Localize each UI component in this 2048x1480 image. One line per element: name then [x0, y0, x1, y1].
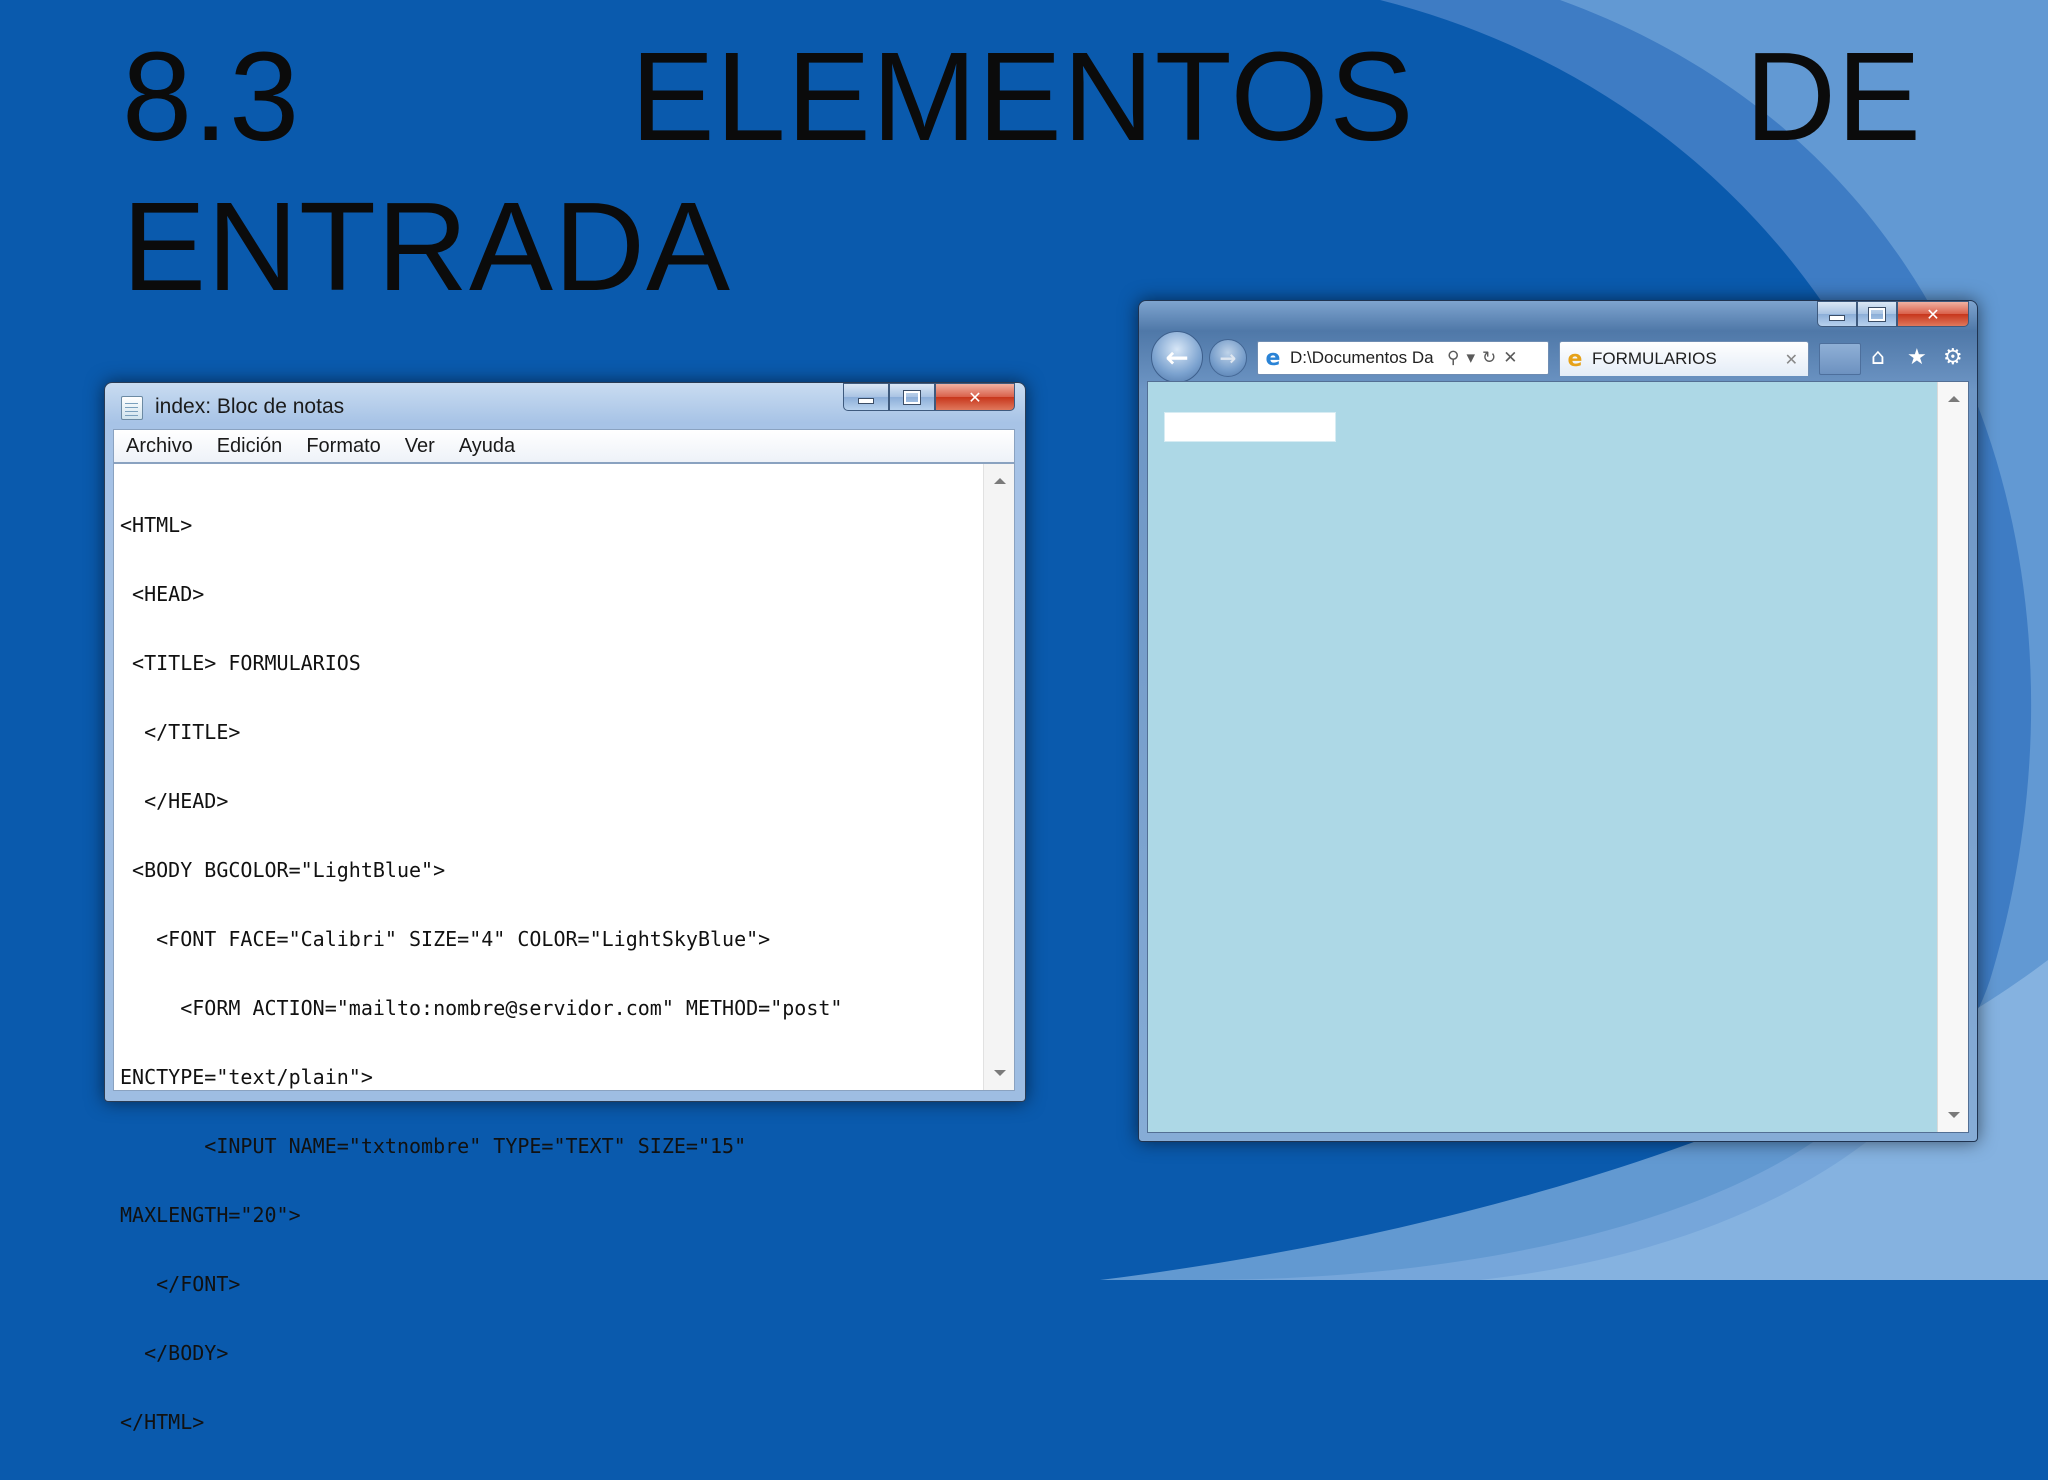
- title-word-elementos: ELEMENTOS: [630, 26, 1415, 167]
- arrow-left-icon: ←: [1165, 340, 1189, 374]
- stop-icon[interactable]: ✕: [1503, 348, 1517, 368]
- tab-close-icon[interactable]: ✕: [1785, 350, 1798, 369]
- slide-title: 8.3 ELEMENTOS DE ENTRADA: [122, 22, 1922, 322]
- minimize-icon: [858, 398, 874, 404]
- code-line: </TITLE>: [120, 720, 241, 744]
- scroll-up-icon[interactable]: [1948, 396, 1960, 402]
- browser-maximize-button[interactable]: [1857, 301, 1897, 327]
- code-line: ENCTYPE="text/plain">: [120, 1065, 373, 1089]
- refresh-icon[interactable]: ↻: [1482, 348, 1496, 368]
- code-line: </HTML>: [120, 1410, 205, 1434]
- gear-icon[interactable]: ⚙: [1943, 345, 1963, 370]
- code-line: <FONT FACE="Calibri" SIZE="4" COLOR="Lig…: [120, 927, 771, 951]
- scroll-down-icon[interactable]: [994, 1070, 1006, 1076]
- tab-title: FORMULARIOS: [1592, 349, 1717, 368]
- notepad-title: index: Bloc de notas: [155, 395, 345, 418]
- address-bar[interactable]: e D:\Documentos Da ⚲ ▾ ↻ ✕: [1257, 341, 1549, 375]
- scroll-up-icon[interactable]: [994, 478, 1006, 484]
- code-line: </HEAD>: [120, 789, 229, 813]
- browser-close-button[interactable]: ✕: [1897, 301, 1969, 327]
- code-line: MAXLENGTH="20">: [120, 1203, 301, 1227]
- back-button[interactable]: ←: [1151, 331, 1203, 383]
- menu-archivo[interactable]: Archivo: [126, 435, 193, 458]
- browser-minimize-button[interactable]: [1817, 301, 1857, 327]
- code-line: <FORM ACTION="mailto:nombre@servidor.com…: [120, 996, 843, 1020]
- code-line: <BODY BGCOLOR="LightBlue">: [120, 858, 446, 882]
- notepad-minimize-button[interactable]: [843, 383, 889, 411]
- browser-window: ✕ ← → e D:\Documentos Da ⚲ ▾ ↻ ✕ e FORMU…: [1138, 300, 1978, 1142]
- notepad-editor[interactable]: <HTML> <HEAD> <TITLE> FORMULARIOS </TITL…: [113, 463, 1015, 1434]
- browser-tab[interactable]: e FORMULARIOS ✕: [1559, 341, 1809, 376]
- notepad-titlebar[interactable]: index: Bloc de notas ✕: [105, 383, 1025, 429]
- notepad-maximize-button[interactable]: [889, 383, 935, 411]
- browser-viewport: [1147, 381, 1969, 1133]
- code-line: <TITLE> FORMULARIOS: [120, 651, 361, 675]
- title-line-1: 8.3 ELEMENTOS DE: [122, 22, 1922, 172]
- forward-button[interactable]: →: [1209, 339, 1247, 377]
- menu-formato[interactable]: Formato: [306, 435, 380, 458]
- txtnombre-text-input[interactable]: [1164, 412, 1336, 442]
- maximize-icon: [903, 389, 921, 405]
- notepad-menubar: Archivo Edición Formato Ver Ayuda: [113, 429, 1015, 463]
- scroll-down-icon[interactable]: [1948, 1112, 1960, 1118]
- tab-ie-icon: e: [1567, 346, 1583, 372]
- home-icon[interactable]: ⌂: [1871, 345, 1885, 370]
- notepad-close-button[interactable]: ✕: [935, 383, 1015, 411]
- close-icon: ✕: [1926, 304, 1940, 324]
- browser-window-controls: ✕: [1817, 301, 1969, 327]
- notepad-window-controls: ✕: [843, 383, 1015, 411]
- search-icon[interactable]: ⚲: [1447, 348, 1459, 368]
- notepad-scrollbar[interactable]: [983, 464, 1014, 1090]
- notepad-text[interactable]: <HTML> <HEAD> <TITLE> FORMULARIOS </TITL…: [120, 468, 974, 1480]
- ie-page-icon: e: [1265, 345, 1281, 371]
- menu-edicion[interactable]: Edición: [217, 435, 283, 458]
- notepad-icon: [121, 396, 143, 420]
- close-icon: ✕: [968, 387, 982, 407]
- arrow-right-icon: →: [1219, 346, 1237, 370]
- minimize-icon: [1829, 315, 1845, 321]
- new-tab-button[interactable]: [1819, 343, 1861, 375]
- maximize-icon: [1868, 306, 1886, 322]
- code-line: <HEAD>: [120, 582, 205, 606]
- browser-scrollbar[interactable]: [1937, 382, 1968, 1132]
- star-icon[interactable]: ★: [1907, 345, 1927, 370]
- menu-ver[interactable]: Ver: [405, 435, 435, 458]
- code-line: <INPUT NAME="txtnombre" TYPE="TEXT" SIZE…: [120, 1134, 747, 1158]
- title-word-de: DE: [1744, 26, 1922, 167]
- code-line: </BODY>: [120, 1341, 229, 1365]
- code-line: <HTML>: [120, 513, 193, 537]
- dropdown-icon[interactable]: ▾: [1466, 348, 1475, 368]
- notepad-window: index: Bloc de notas ✕ Archivo Edición F…: [104, 382, 1026, 1434]
- title-word-number: 8.3: [122, 26, 301, 167]
- address-text[interactable]: D:\Documentos Da: [1290, 348, 1440, 368]
- code-line: </FONT>: [120, 1272, 241, 1296]
- menu-ayuda[interactable]: Ayuda: [459, 435, 515, 458]
